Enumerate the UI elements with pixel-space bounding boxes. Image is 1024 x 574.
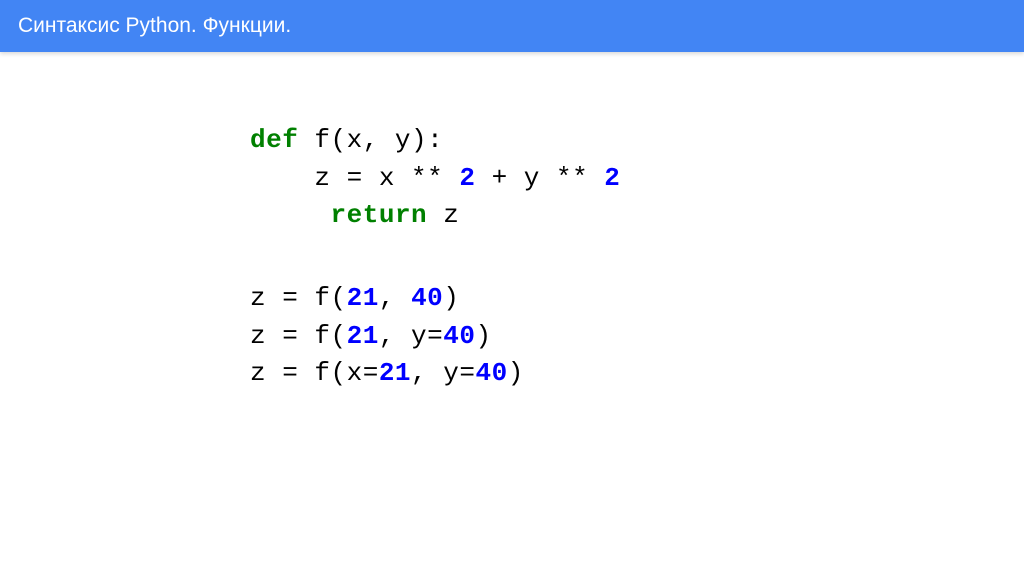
call-close: ): [443, 283, 459, 313]
keyword-def: def: [250, 125, 298, 155]
return-var: z: [427, 200, 459, 230]
code-line-call2: z = f(21, y=40): [250, 318, 1024, 356]
func-signature: f(x, y):: [298, 125, 443, 155]
slide-header: Синтаксис Python. Функции.: [0, 0, 1024, 52]
call-pre: z = f(: [250, 321, 347, 351]
indent: [250, 163, 314, 193]
call-close: ): [508, 358, 524, 388]
number-literal: 40: [411, 283, 443, 313]
body-pre: z = x **: [314, 163, 459, 193]
blank-gap: [250, 235, 1024, 280]
code-line-body: z = x ** 2 + y ** 2: [250, 160, 1024, 198]
call-close: ): [475, 321, 491, 351]
code-line-return: return z: [250, 197, 1024, 235]
indent: [250, 200, 314, 230]
number-literal: 40: [443, 321, 475, 351]
slide-title: Синтаксис Python. Функции.: [18, 14, 291, 38]
keyword-return: return: [331, 200, 428, 230]
number-literal: 21: [379, 358, 411, 388]
code-line-def: def f(x, y):: [250, 122, 1024, 160]
call-sep: ,: [379, 283, 411, 313]
number-literal: 21: [347, 283, 379, 313]
call-sep: , y=: [379, 321, 443, 351]
number-literal: 21: [347, 321, 379, 351]
code-line-call3: z = f(x=21, y=40): [250, 355, 1024, 393]
code-block: def f(x, y): z = x ** 2 + y ** 2 return …: [0, 52, 1024, 393]
body-mid: + y **: [475, 163, 604, 193]
return-leading: [314, 200, 330, 230]
number-literal: 2: [459, 163, 475, 193]
code-line-call1: z = f(21, 40): [250, 280, 1024, 318]
number-literal: 40: [475, 358, 507, 388]
call-pre: z = f(: [250, 283, 347, 313]
call-pre: z = f(x=: [250, 358, 379, 388]
call-sep: , y=: [411, 358, 475, 388]
number-literal: 2: [604, 163, 620, 193]
